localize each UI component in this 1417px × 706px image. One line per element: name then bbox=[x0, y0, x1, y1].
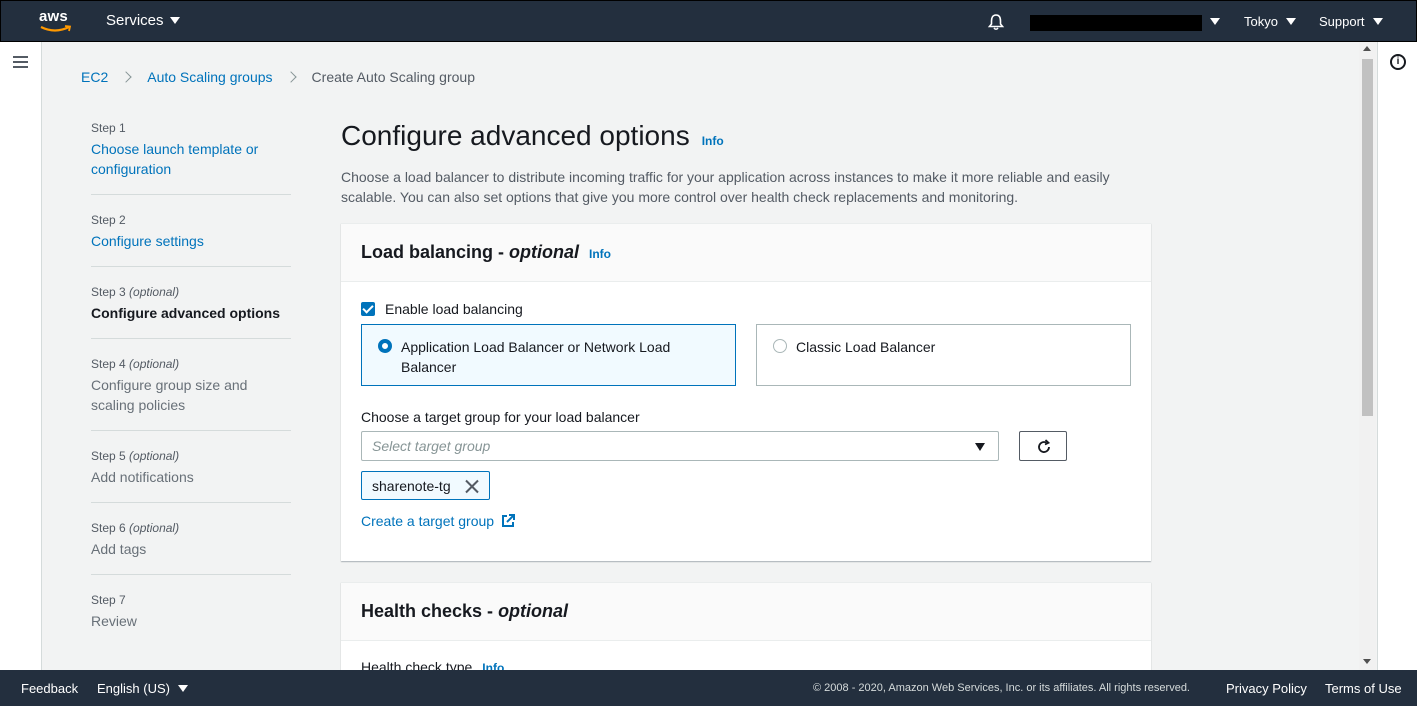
target-group-label: Choose a target group for your load bala… bbox=[361, 409, 640, 425]
scroll-up-arrow-icon[interactable] bbox=[1363, 46, 1371, 51]
scroll-thumb[interactable] bbox=[1362, 59, 1373, 416]
classic-lb-option-label: Classic Load Balancer bbox=[796, 339, 936, 355]
footer-bar: Feedback English (US) © 2008 - 2020, Ama… bbox=[0, 670, 1417, 706]
health-checks-header: Health checks - optional bbox=[341, 583, 1151, 641]
account-menu-redacted[interactable] bbox=[1030, 15, 1202, 31]
page-title: Configure advanced options Info bbox=[341, 120, 724, 152]
caret-down-icon bbox=[177, 685, 188, 692]
classic-lb-option-tile[interactable]: Classic Load Balancer bbox=[756, 324, 1131, 386]
step-number: Step 3 (optional) bbox=[91, 285, 180, 299]
services-label: Services bbox=[106, 12, 164, 29]
language-label: English (US) bbox=[97, 681, 170, 696]
help-panel: i bbox=[1377, 42, 1417, 670]
privacy-policy-link[interactable]: Privacy Policy bbox=[1226, 681, 1307, 696]
load-balancing-info-link[interactable]: Info bbox=[589, 247, 611, 261]
services-menu[interactable]: Services bbox=[106, 12, 180, 29]
enable-load-balancing-checkbox[interactable]: Enable load balancing bbox=[361, 301, 523, 317]
health-checks-heading: Health checks - optional bbox=[361, 601, 569, 621]
vertical-scrollbar[interactable] bbox=[1359, 42, 1376, 670]
left-side-panel bbox=[0, 42, 42, 670]
checkbox-checked-icon[interactable] bbox=[361, 302, 375, 316]
caret-down-icon bbox=[1372, 18, 1383, 25]
language-selector[interactable]: English (US) bbox=[97, 681, 188, 696]
step-4: Step 4 (optional) Configure group size a… bbox=[91, 356, 291, 431]
feedback-link[interactable]: Feedback bbox=[21, 681, 78, 696]
step-number: Step 1 bbox=[91, 121, 126, 135]
wizard-steps: Step 1 Choose launch template or configu… bbox=[91, 120, 291, 663]
load-balancing-panel: Load balancing - optional Info Enable lo… bbox=[341, 223, 1151, 561]
aws-smile-icon bbox=[40, 25, 72, 32]
chevron-right-icon bbox=[120, 71, 132, 83]
step-2: Step 2 Configure settings bbox=[91, 212, 291, 267]
support-menu[interactable]: Support bbox=[1319, 14, 1383, 29]
region-label: Tokyo bbox=[1244, 14, 1278, 29]
caret-down-icon bbox=[975, 443, 985, 451]
page-description: Choose a load balancer to distribute inc… bbox=[341, 169, 1110, 205]
step-title-disabled: Review bbox=[91, 613, 137, 629]
chevron-right-icon bbox=[284, 71, 297, 83]
step-6: Step 6 (optional) Add tags bbox=[91, 520, 291, 575]
enable-load-balancing-label: Enable load balancing bbox=[385, 301, 523, 317]
target-group-select[interactable]: Select target group bbox=[361, 431, 999, 461]
info-icon[interactable]: i bbox=[1390, 54, 1406, 70]
notifications-bell-icon[interactable] bbox=[987, 13, 1005, 31]
breadcrumb-auto-scaling-groups[interactable]: Auto Scaling groups bbox=[147, 69, 272, 85]
step-title-disabled: Add tags bbox=[91, 541, 147, 557]
refresh-button[interactable] bbox=[1019, 431, 1067, 461]
aws-logo[interactable]: aws bbox=[39, 9, 75, 35]
support-label: Support bbox=[1319, 14, 1365, 29]
radio-unselected-icon[interactable] bbox=[773, 339, 787, 353]
aws-logo-text: aws bbox=[39, 8, 68, 25]
copyright-text: © 2008 - 2020, Amazon Web Services, Inc.… bbox=[813, 682, 1190, 694]
step-title-disabled: Add notifications bbox=[91, 469, 194, 485]
breadcrumb: EC2 Auto Scaling groups Create Auto Scal… bbox=[81, 69, 475, 85]
step-number: Step 5 (optional) bbox=[91, 449, 180, 463]
scroll-down-arrow-icon[interactable] bbox=[1363, 659, 1371, 664]
step-title-link[interactable]: Choose launch template or configuration bbox=[91, 139, 291, 179]
account-caret-down-icon[interactable] bbox=[1210, 18, 1220, 25]
step-title-current: Configure advanced options bbox=[91, 305, 281, 321]
page-title-text: Configure advanced options bbox=[341, 120, 690, 151]
selected-target-group-token: sharenote-tg bbox=[361, 471, 490, 500]
breadcrumb-current: Create Auto Scaling group bbox=[311, 69, 475, 85]
step-7: Step 7 Review bbox=[91, 592, 291, 646]
terms-of-use-link[interactable]: Terms of Use bbox=[1325, 681, 1402, 696]
step-number: Step 4 (optional) bbox=[91, 357, 180, 371]
step-title-disabled: Configure group size and scaling policie… bbox=[91, 377, 248, 413]
step-5: Step 5 (optional) Add notifications bbox=[91, 448, 291, 503]
step-number: Step 6 (optional) bbox=[91, 521, 180, 535]
create-target-group-link[interactable]: Create a target group bbox=[361, 513, 516, 529]
step-3: Step 3 (optional) Configure advanced opt… bbox=[91, 284, 291, 339]
top-navigation-bar: aws Services Tokyo Support bbox=[0, 0, 1417, 42]
caret-down-icon bbox=[169, 17, 180, 24]
create-target-group-label: Create a target group bbox=[361, 513, 495, 529]
region-menu[interactable]: Tokyo bbox=[1244, 14, 1296, 29]
target-group-placeholder: Select target group bbox=[372, 438, 491, 454]
page-info-link[interactable]: Info bbox=[702, 134, 724, 148]
hamburger-menu-icon[interactable] bbox=[13, 56, 28, 69]
token-label: sharenote-tg bbox=[372, 477, 451, 494]
step-number: Step 7 bbox=[91, 593, 126, 607]
breadcrumb-ec2[interactable]: EC2 bbox=[81, 69, 108, 85]
load-balancing-header: Load balancing - optional Info bbox=[341, 224, 1151, 282]
external-link-icon bbox=[502, 514, 516, 527]
step-1: Step 1 Choose launch template or configu… bbox=[91, 120, 291, 195]
radio-selected-icon[interactable] bbox=[378, 339, 392, 353]
step-number: Step 2 bbox=[91, 213, 126, 227]
remove-token-close-icon[interactable] bbox=[465, 479, 479, 493]
caret-down-icon bbox=[1285, 18, 1296, 25]
alb-nlb-option-label: Application Load Balancer or Network Loa… bbox=[401, 339, 671, 375]
load-balancing-heading: Load balancing - optional bbox=[361, 242, 580, 262]
step-title-link[interactable]: Configure settings bbox=[91, 231, 291, 251]
alb-nlb-option-tile[interactable]: Application Load Balancer or Network Loa… bbox=[361, 324, 736, 386]
refresh-icon bbox=[1038, 439, 1051, 453]
